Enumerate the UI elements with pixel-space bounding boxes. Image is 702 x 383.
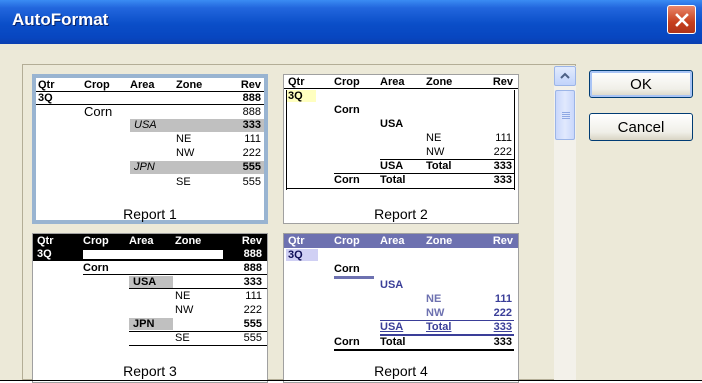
cell-crop: Corn bbox=[334, 263, 360, 275]
header-qtr: Qtr bbox=[37, 235, 54, 247]
report-4-preview[interactable]: Qtr Crop Area Zone Rev 3Q Corn USA NE 11… bbox=[283, 233, 519, 383]
header-area: Area bbox=[129, 235, 154, 247]
cell-zone-ne: NE bbox=[175, 290, 191, 302]
bottom-divider bbox=[0, 380, 702, 381]
cell-qtr: 3Q bbox=[288, 90, 303, 102]
cell-area: USA bbox=[380, 279, 404, 291]
cell-crop-rev: 888 bbox=[243, 262, 262, 274]
cell-area-jpn-rev: 555 bbox=[243, 318, 262, 330]
header-rev: Rev bbox=[492, 235, 513, 247]
header-qtr: Qtr bbox=[288, 235, 305, 247]
cell-zone-nw-rev: 222 bbox=[242, 147, 261, 159]
cell-zone-nw: NW bbox=[426, 307, 445, 319]
cell-subtotal-area: USA bbox=[380, 321, 404, 333]
ok-button[interactable]: OK bbox=[589, 70, 693, 98]
cell-zone-nw-rev: 222 bbox=[243, 304, 262, 316]
autoformat-dialog: AutoFormat Qtr Crop Area Zone Rev 3Q 888… bbox=[0, 0, 702, 383]
cell-zone-se: SE bbox=[175, 332, 190, 344]
cell-area-jpn-rev: 555 bbox=[242, 161, 261, 173]
cell-subtotal-area: USA bbox=[380, 160, 404, 172]
report-3-caption[interactable]: Report 3 bbox=[32, 363, 268, 379]
cell-area-usa-rev: 333 bbox=[243, 276, 262, 288]
cell-crop: Corn bbox=[334, 104, 360, 116]
header-rev: Rev bbox=[241, 235, 262, 247]
cell-area-jpn: JPN bbox=[133, 318, 155, 330]
header-crop: Crop bbox=[334, 76, 360, 88]
cell-zone-ne-rev: 111 bbox=[245, 290, 262, 302]
header-zone: Zone bbox=[426, 235, 453, 247]
cell-zone-ne-rev: 111 bbox=[494, 293, 512, 305]
cell-zone-se: SE bbox=[176, 176, 191, 188]
gallery-scrollbar[interactable] bbox=[554, 66, 576, 380]
close-button[interactable] bbox=[667, 5, 696, 34]
cancel-button[interactable]: Cancel bbox=[589, 113, 693, 141]
cell-total-crop: Corn bbox=[334, 336, 360, 348]
header-area: Area bbox=[380, 76, 405, 88]
cell-total-rev: 333 bbox=[493, 174, 512, 186]
cell-zone-se-rev: 555 bbox=[242, 176, 261, 188]
report-2-caption[interactable]: Report 2 bbox=[283, 206, 519, 222]
header-crop: Crop bbox=[334, 235, 360, 247]
header-qtr: Qtr bbox=[288, 76, 305, 88]
report-4-caption[interactable]: Report 4 bbox=[283, 363, 519, 379]
report-3-preview[interactable]: Qtr Crop Area Zone Rev 3Q 888 Corn 888 U… bbox=[32, 233, 268, 383]
cell-subtotal-rev: 333 bbox=[493, 160, 512, 172]
cell-zone-se-rev: 555 bbox=[243, 332, 262, 344]
header-rev: Rev bbox=[492, 76, 513, 88]
chevron-up-icon bbox=[560, 72, 570, 79]
cell-crop: Corn bbox=[83, 262, 109, 274]
cell-area-usa-rev: 333 bbox=[242, 119, 261, 131]
report-2-preview[interactable]: Qtr Crop Area Zone Rev 3Q Corn USA NE 11… bbox=[283, 74, 519, 224]
title-bar[interactable]: AutoFormat bbox=[0, 0, 702, 44]
cell-total-label: Total bbox=[380, 336, 406, 348]
window-title: AutoFormat bbox=[12, 10, 109, 29]
cell-zone-nw-rev: 222 bbox=[493, 146, 512, 158]
cell-qtr-rev: 888 bbox=[242, 92, 261, 104]
header-area: Area bbox=[380, 235, 405, 247]
cell-zone-ne: NE bbox=[426, 132, 442, 144]
cell-zone-nw: NW bbox=[426, 146, 445, 158]
cell-total-label: Total bbox=[380, 174, 406, 186]
report-1-caption[interactable]: Report 1 bbox=[32, 206, 268, 222]
cell-subtotal-label: Total bbox=[426, 321, 452, 333]
header-crop: Crop bbox=[83, 235, 109, 247]
header-qtr: Qtr bbox=[38, 79, 55, 91]
cell-zone-ne-rev: 111 bbox=[495, 132, 512, 144]
format-gallery: Qtr Crop Area Zone Rev 3Q 888 Corn 888 U… bbox=[22, 64, 576, 383]
cell-total-crop: Corn bbox=[334, 174, 360, 186]
scroll-up-button[interactable] bbox=[554, 66, 576, 86]
header-zone: Zone bbox=[175, 235, 202, 247]
header-rev: Rev bbox=[240, 79, 261, 91]
cell-crop-rev: 888 bbox=[242, 106, 261, 118]
cell-zone-ne-rev: 111 bbox=[244, 133, 261, 145]
cell-zone-nw: NW bbox=[176, 147, 195, 159]
cell-total-rev: 333 bbox=[493, 336, 512, 348]
header-zone: Zone bbox=[176, 79, 203, 91]
header-crop: Crop bbox=[84, 79, 110, 91]
cell-crop: Corn bbox=[84, 104, 113, 119]
cell-qtr: 3Q bbox=[37, 248, 52, 260]
cell-zone-ne: NE bbox=[176, 133, 192, 145]
close-icon bbox=[674, 12, 689, 27]
cell-area-usa: USA bbox=[134, 119, 157, 131]
cell-zone-nw: NW bbox=[175, 304, 194, 316]
cell-area: USA bbox=[380, 118, 404, 130]
cell-subtotal-rev: 333 bbox=[493, 321, 512, 333]
header-area: Area bbox=[130, 79, 155, 91]
cell-zone-nw-rev: 222 bbox=[493, 307, 512, 319]
cell-subtotal-label: Total bbox=[426, 160, 452, 172]
scroll-thumb[interactable] bbox=[555, 90, 575, 140]
cell-qtr-rev: 888 bbox=[243, 248, 262, 260]
cell-area-usa: USA bbox=[133, 276, 157, 288]
report-1-preview[interactable]: Qtr Crop Area Zone Rev 3Q 888 Corn 888 U… bbox=[32, 74, 268, 224]
header-zone: Zone bbox=[426, 76, 453, 88]
cell-area-jpn: JPN bbox=[134, 161, 155, 173]
cell-qtr: 3Q bbox=[288, 249, 303, 261]
cell-zone-ne: NE bbox=[426, 293, 442, 305]
cell-qtr: 3Q bbox=[38, 92, 53, 104]
